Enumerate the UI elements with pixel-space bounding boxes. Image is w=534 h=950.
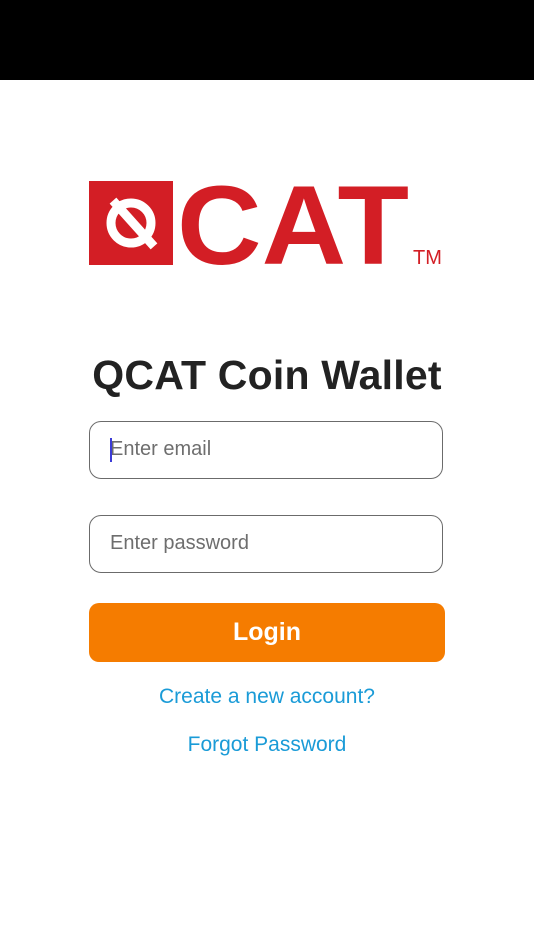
forgot-password-link[interactable]: Forgot Password <box>0 733 534 757</box>
password-input[interactable] <box>110 516 428 571</box>
email-field[interactable] <box>89 421 443 479</box>
email-input[interactable] <box>110 422 428 477</box>
create-account-link[interactable]: Create a new account? <box>0 685 534 709</box>
page-title: QCAT Coin Wallet <box>92 352 442 398</box>
qcat-logo-graphic: CAT TM <box>89 180 442 266</box>
text-cursor <box>110 438 112 462</box>
logo-trademark: TM <box>413 247 442 266</box>
login-button[interactable]: Login <box>89 603 445 662</box>
status-bar <box>0 0 534 80</box>
password-field[interactable] <box>89 515 443 573</box>
qcat-logo: CAT TM <box>89 180 446 266</box>
logo-cat-text: CAT <box>177 180 409 266</box>
